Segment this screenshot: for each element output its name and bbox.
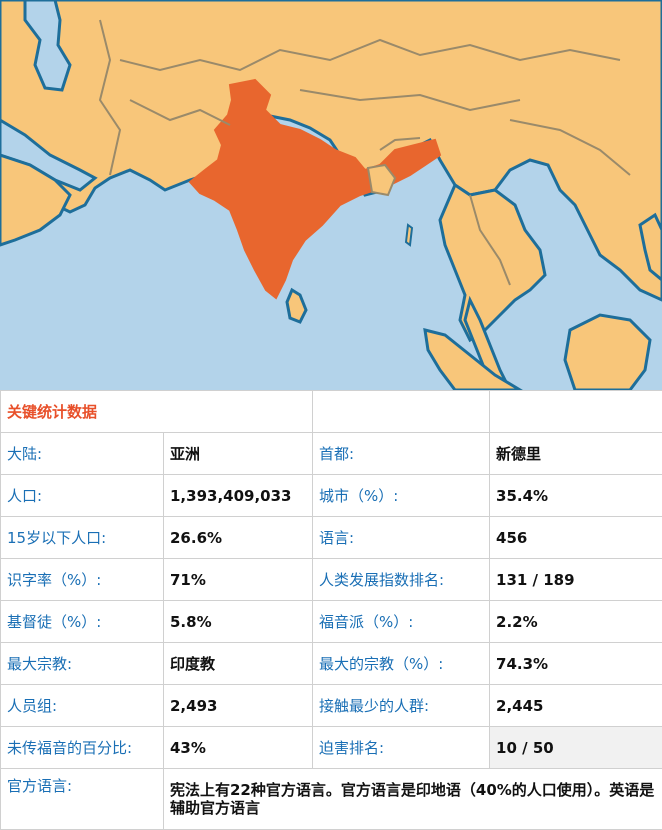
value-continent: 亚洲 <box>164 433 313 475</box>
value-persecution-rank: 10 / 50 <box>490 727 662 769</box>
table-row: 官方语言: 宪法上有22种官方语言。官方语言是印地语（40%的人口使用）。英语是… <box>1 769 662 830</box>
label-literacy: 识字率（%）: <box>1 559 164 601</box>
value-least-reached: 2,445 <box>490 685 662 727</box>
value-christians: 5.8% <box>164 601 313 643</box>
label-urban: 城市（%）: <box>313 475 490 517</box>
table-title: 关键统计数据 <box>1 391 313 433</box>
table-row: 15岁以下人口: 26.6% 语言: 456 <box>1 517 662 559</box>
table-row: 大陆: 亚洲 首都: 新德里 <box>1 433 662 475</box>
label-evangelicals: 福音派（%）: <box>313 601 490 643</box>
label-people-groups: 人员组: <box>1 685 164 727</box>
value-hdi-rank: 131 / 189 <box>490 559 662 601</box>
label-christians: 基督徒（%）: <box>1 601 164 643</box>
table-row: 基督徒（%）: 5.8% 福音派（%）: 2.2% <box>1 601 662 643</box>
empty-cell <box>313 391 490 433</box>
label-under-15: 15岁以下人口: <box>1 517 164 559</box>
value-literacy: 71% <box>164 559 313 601</box>
value-capital: 新德里 <box>490 433 662 475</box>
value-unevangelized: 43% <box>164 727 313 769</box>
value-largest-religion: 印度教 <box>164 643 313 685</box>
table-header-row: 关键统计数据 <box>1 391 662 433</box>
label-hdi-rank: 人类发展指数排名: <box>313 559 490 601</box>
label-languages: 语言: <box>313 517 490 559</box>
andaman-islands <box>406 225 412 245</box>
label-official-language: 官方语言: <box>1 769 164 830</box>
map <box>0 0 662 390</box>
value-evangelicals: 2.2% <box>490 601 662 643</box>
table-row: 识字率（%）: 71% 人类发展指数排名: 131 / 189 <box>1 559 662 601</box>
table-row: 人员组: 2,493 接触最少的人群: 2,445 <box>1 685 662 727</box>
label-largest-religion: 最大宗教: <box>1 643 164 685</box>
map-svg <box>0 0 662 390</box>
borneo <box>565 315 650 390</box>
label-continent: 大陆: <box>1 433 164 475</box>
empty-cell <box>490 391 662 433</box>
value-largest-religion-pct: 74.3% <box>490 643 662 685</box>
value-official-language: 宪法上有22种官方语言。官方语言是印地语（40%的人口使用）。英语是辅助官方语言 <box>164 769 662 830</box>
table-row: 未传福音的百分比: 43% 迫害排名: 10 / 50 <box>1 727 662 769</box>
label-population: 人口: <box>1 475 164 517</box>
label-least-reached: 接触最少的人群: <box>313 685 490 727</box>
label-unevangelized: 未传福音的百分比: <box>1 727 164 769</box>
value-under-15: 26.6% <box>164 517 313 559</box>
table-row: 人口: 1,393,409,033 城市（%）: 35.4% <box>1 475 662 517</box>
value-urban: 35.4% <box>490 475 662 517</box>
key-stats-table: 关键统计数据 大陆: 亚洲 首都: 新德里 人口: 1,393,409,033 … <box>0 390 662 830</box>
label-capital: 首都: <box>313 433 490 475</box>
table-row: 最大宗教: 印度教 最大的宗教（%）: 74.3% <box>1 643 662 685</box>
value-population: 1,393,409,033 <box>164 475 313 517</box>
label-persecution-rank: 迫害排名: <box>313 727 490 769</box>
label-largest-religion-pct: 最大的宗教（%）: <box>313 643 490 685</box>
value-people-groups: 2,493 <box>164 685 313 727</box>
value-languages: 456 <box>490 517 662 559</box>
